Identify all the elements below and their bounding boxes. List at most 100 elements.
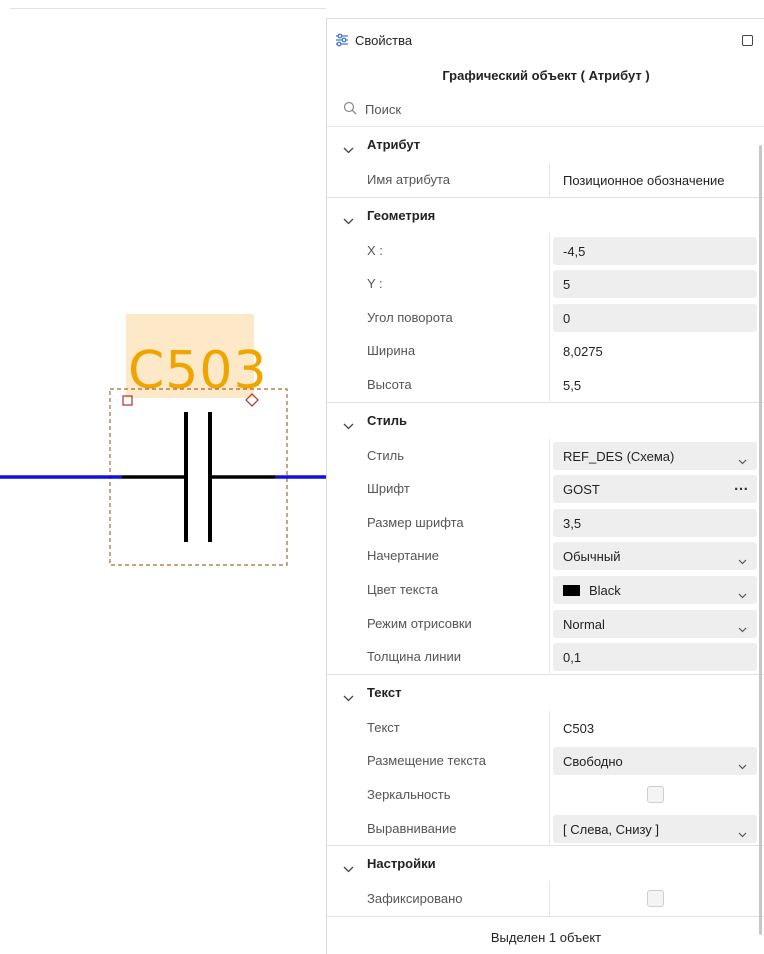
property-dropdown[interactable]: [ Слева, Снизу ] xyxy=(553,814,757,843)
property-row: Зафиксировано xyxy=(327,882,764,916)
column-divider xyxy=(549,882,550,916)
schematic-drawing[interactable]: C503 xyxy=(0,0,326,954)
property-value-text: Black xyxy=(589,582,621,598)
property-value: C503 xyxy=(553,714,757,742)
property-sections: Атрибут Имя атрибута Позиционное обозначен… xyxy=(327,127,764,917)
property-value: 5,5 xyxy=(553,371,757,399)
column-divider xyxy=(549,744,550,778)
section-header[interactable]: Стиль xyxy=(327,403,764,439)
column-divider xyxy=(549,267,550,301)
section-1: Геометрия X : -4,5 Y : 5 Угол поворота 0 Ширина… xyxy=(327,198,764,403)
chevron-down-icon xyxy=(738,587,747,599)
property-row: Y : 5 xyxy=(327,267,764,301)
property-label: Размещение текста xyxy=(367,753,486,769)
property-input[interactable]: -4,5 xyxy=(553,236,757,265)
color-swatch xyxy=(563,584,580,596)
property-value-text: Позиционное обозначение xyxy=(563,173,725,188)
property-label: Режим отрисовки xyxy=(367,615,472,631)
object-title: Графический объект ( Атрибут ) xyxy=(442,68,650,83)
property-row: X : -4,5 xyxy=(327,233,764,268)
property-checkbox-cell[interactable] xyxy=(553,781,757,809)
property-value-text: Свободно xyxy=(563,754,623,770)
column-divider xyxy=(549,811,550,846)
chevron-down-icon xyxy=(343,212,354,225)
property-row: Толщина линии 0,1 xyxy=(327,640,764,674)
property-label: Текст xyxy=(367,719,400,735)
property-label: Шрифт xyxy=(367,481,410,497)
property-label: X : xyxy=(367,242,383,258)
property-row: Текст C503 xyxy=(327,710,764,745)
property-value-text: 0 xyxy=(563,310,571,326)
settings-sliders-icon xyxy=(336,33,348,47)
property-checkbox-cell[interactable] xyxy=(553,885,757,913)
chevron-down-icon xyxy=(738,621,747,632)
column-divider xyxy=(549,163,550,197)
chevron-down-icon xyxy=(343,141,354,154)
property-label: Ширина xyxy=(367,343,416,359)
property-dropdown[interactable]: Normal xyxy=(553,609,757,638)
section-title: Настройки xyxy=(367,856,436,872)
property-row: Высота 5,5 xyxy=(327,367,764,402)
panel-title: Свойства xyxy=(355,33,413,48)
section-header[interactable]: Настройки xyxy=(327,846,764,882)
property-input[interactable]: 5 xyxy=(553,270,757,299)
section-2: Стиль Стиль REF_DES (Схема) Шрифт GOST … Разме… xyxy=(327,403,764,675)
column-divider xyxy=(549,367,550,402)
panel-header: Свойства xyxy=(327,19,764,63)
section-title: Текст xyxy=(367,684,402,700)
property-dropdown[interactable]: REF_DES (Схема) xyxy=(553,441,757,470)
property-row: Шрифт GOST … xyxy=(327,472,764,506)
checkbox[interactable] xyxy=(647,890,664,908)
property-row: Стиль REF_DES (Схема) xyxy=(327,438,764,473)
checkbox[interactable] xyxy=(647,785,664,803)
column-divider xyxy=(549,334,550,368)
property-value-text: GOST xyxy=(563,482,600,498)
search-bar xyxy=(327,91,764,127)
property-row: Цвет текста Black xyxy=(327,572,764,607)
more-options-icon[interactable]: … xyxy=(734,477,750,494)
property-value-text: -4,5 xyxy=(563,243,586,259)
search-input[interactable] xyxy=(365,98,745,120)
property-dropdown[interactable]: Свободно xyxy=(553,747,757,776)
property-label: Угол поворота xyxy=(367,309,453,325)
property-value: 8,0275 xyxy=(553,337,757,365)
section-header[interactable]: Текст xyxy=(327,675,764,711)
property-row: Выравнивание [ Слева, Снизу ] xyxy=(327,811,764,846)
property-row: Режим отрисовки Normal xyxy=(327,606,764,641)
property-input[interactable]: 0,1 xyxy=(553,643,757,672)
property-input[interactable]: 0 xyxy=(553,303,757,332)
column-divider xyxy=(549,233,550,268)
property-label: Зеркальность xyxy=(367,786,451,802)
property-label: Размер шрифта xyxy=(367,514,464,530)
column-divider xyxy=(549,539,550,573)
section-4: Настройки Зафиксировано xyxy=(327,846,764,917)
column-divider xyxy=(549,472,550,506)
section-header[interactable]: Геометрия xyxy=(327,198,764,234)
column-divider xyxy=(549,505,550,540)
scrollbar[interactable] xyxy=(759,145,762,935)
property-label: Стиль xyxy=(367,447,404,463)
search-icon xyxy=(343,101,357,115)
property-row: Начертание Обычный xyxy=(327,539,764,573)
property-value-text: Normal xyxy=(563,616,605,632)
property-value-text: C503 xyxy=(563,720,595,736)
color-dropdown[interactable]: Black xyxy=(553,575,757,604)
column-divider xyxy=(549,572,550,607)
property-picker[interactable]: GOST … xyxy=(553,475,757,504)
section-3: Текст Текст C503 Размещение текста Свободно З… xyxy=(327,675,764,847)
status-bar: Выделен 1 объект xyxy=(490,930,602,945)
property-value-text: 0,1 xyxy=(563,650,582,666)
property-value-text: 5,5 xyxy=(563,377,582,393)
property-dropdown[interactable]: Обычный xyxy=(553,542,757,571)
section-header[interactable]: Атрибут xyxy=(327,127,764,163)
refdes-label[interactable]: C503 xyxy=(128,341,268,401)
schematic-canvas[interactable]: C503 xyxy=(0,0,326,954)
chevron-down-icon xyxy=(343,417,354,429)
property-input[interactable]: 3,5 xyxy=(553,508,757,537)
property-label: Имя атрибута xyxy=(367,172,451,187)
chevron-down-icon xyxy=(343,689,354,702)
maximize-icon[interactable] xyxy=(742,35,753,46)
section-title: Стиль xyxy=(367,412,407,428)
chevron-down-icon xyxy=(738,826,747,837)
property-value-text: Обычный xyxy=(563,549,621,565)
